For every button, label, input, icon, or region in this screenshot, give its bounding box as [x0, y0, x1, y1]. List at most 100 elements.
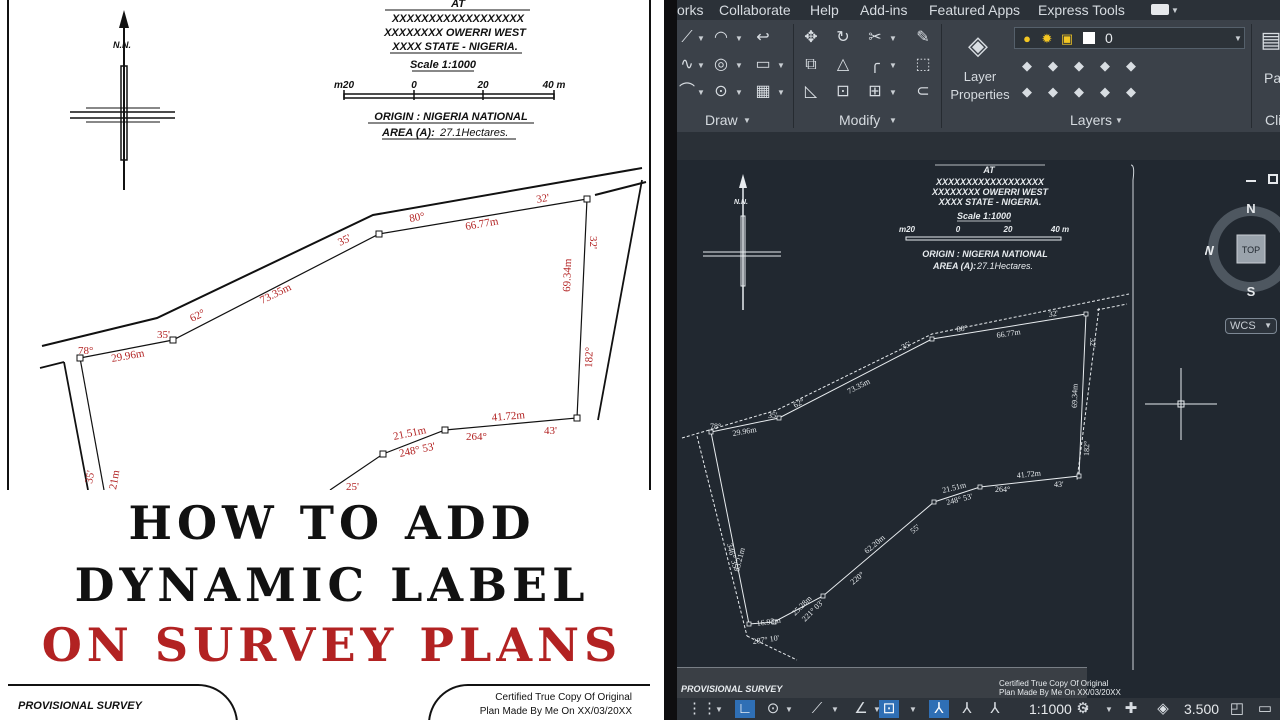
cad-drawing[interactable]: N.N. AT XXXXXXXXXXXXXXXXXX XXXXXXXX OWER…: [677, 160, 1280, 698]
panel-title-modify[interactable]: Modify: [839, 112, 880, 128]
annotation-scale-value[interactable]: 1:1000: [1029, 701, 1072, 717]
menu-add-ins[interactable]: Add-ins: [860, 2, 907, 18]
chevron-down-icon[interactable]: ▼: [889, 62, 897, 70]
distance-label[interactable]: 73.35m: [846, 376, 872, 395]
line-icon[interactable]: ⌒: [677, 82, 697, 102]
fillet-icon[interactable]: ╭: [865, 55, 885, 75]
menu-collaborate[interactable]: Collaborate: [719, 2, 791, 18]
bearing-label[interactable]: 62°: [792, 397, 806, 410]
offset-icon[interactable]: ⊂: [913, 82, 933, 102]
viewcube[interactable]: TOP N S W: [1202, 200, 1280, 300]
auto-scale-icon[interactable]: ⅄: [957, 700, 977, 718]
clean-screen-icon[interactable]: ▭: [1255, 700, 1275, 718]
distance-label[interactable]: 66.77m: [996, 327, 1022, 340]
lineweight-value[interactable]: 3.500: [1184, 701, 1219, 717]
minimize-viewport-icon[interactable]: [1246, 180, 1256, 182]
bearing-label[interactable]: 35': [768, 411, 778, 420]
object-snap-icon[interactable]: ⊡: [879, 700, 899, 718]
layer-tool-icon[interactable]: ◆: [1017, 56, 1037, 76]
chevron-down-icon[interactable]: ▼: [697, 35, 705, 43]
workspace-switch-icon[interactable]: [1151, 4, 1169, 15]
layer-color-swatch[interactable]: [1083, 32, 1095, 44]
lock-icon[interactable]: ▣: [1057, 29, 1077, 49]
stretch-icon[interactable]: ◺: [801, 82, 821, 102]
hatch-icon[interactable]: ▦: [753, 82, 773, 102]
chevron-down-icon[interactable]: ▼: [1105, 706, 1113, 714]
menu-express-tools[interactable]: Express Tools: [1038, 2, 1125, 18]
chevron-down-icon[interactable]: ▼: [909, 706, 917, 714]
chevron-down-icon[interactable]: ▼: [735, 35, 743, 43]
layer-tool-icon[interactable]: ◆: [1121, 56, 1141, 76]
chevron-down-icon[interactable]: ▼: [777, 89, 785, 97]
compass-west[interactable]: W: [1202, 243, 1215, 258]
bearing-label[interactable]: 78°: [710, 422, 721, 431]
distance-label[interactable]: 69.34m: [1070, 383, 1079, 408]
ortho-icon[interactable]: ∟: [735, 700, 755, 718]
array-icon[interactable]: ⊞: [865, 82, 885, 102]
polyline-icon[interactable]: ⟋: [677, 28, 697, 48]
chevron-down-icon[interactable]: ▼: [889, 117, 897, 125]
chevron-down-icon[interactable]: ▼: [735, 62, 743, 70]
move-icon[interactable]: ✥: [801, 28, 821, 48]
object-snap-tracking-icon[interactable]: ∠: [851, 700, 871, 718]
annotation-scale-icon[interactable]: ⅄: [985, 700, 1005, 718]
layer-properties-icon[interactable]: ◈: [961, 28, 995, 62]
lightbulb-icon[interactable]: ●: [1017, 29, 1037, 49]
trim-icon[interactable]: ✂: [865, 28, 885, 48]
chevron-down-icon[interactable]: ▼: [1171, 7, 1179, 15]
chevron-down-icon[interactable]: ▼: [743, 117, 751, 125]
chevron-down-icon[interactable]: ▼: [697, 89, 705, 97]
erase-icon[interactable]: ✎: [913, 28, 933, 48]
grid-icon[interactable]: ⋮⋮: [687, 700, 717, 718]
polar-tracking-icon[interactable]: ⊙: [763, 700, 783, 718]
menu-featured-apps[interactable]: Featured Apps: [929, 2, 1020, 18]
chevron-down-icon[interactable]: ▼: [785, 706, 793, 714]
menu-networks[interactable]: orks: [677, 2, 703, 18]
explode-icon[interactable]: ⬚: [913, 55, 933, 75]
panel-title-draw[interactable]: Draw: [705, 112, 738, 128]
bearing-label[interactable]: 43': [1054, 480, 1064, 489]
bearing-label[interactable]: 287° 10': [752, 633, 780, 646]
distance-label[interactable]: 41.72m: [1016, 468, 1042, 480]
chevron-down-icon[interactable]: ▼: [831, 706, 839, 714]
chevron-down-icon[interactable]: ▼: [715, 706, 723, 714]
compass-south[interactable]: S: [1247, 284, 1256, 299]
chevron-down-icon[interactable]: ▼: [777, 62, 785, 70]
chevron-down-icon[interactable]: ▼: [889, 89, 897, 97]
settings-gear-icon[interactable]: ⚙: [1073, 700, 1093, 718]
panel-title-layers[interactable]: Layers: [1070, 112, 1112, 128]
bearing-label[interactable]: 264°: [995, 485, 1010, 494]
bearing-label[interactable]: 80°: [956, 323, 968, 334]
ellipse-icon[interactable]: ⊙: [711, 82, 731, 102]
layer-tool-icon[interactable]: ◆: [1095, 82, 1115, 102]
distance-label[interactable]: 16.93m: [756, 616, 782, 628]
layer-tool-icon[interactable]: ◆: [1069, 82, 1089, 102]
spline-icon[interactable]: ∿: [677, 55, 697, 75]
layer-dropdown[interactable]: ● ✹ ▣ 0 ▼: [1014, 27, 1245, 49]
bearing-label[interactable]: 55': [909, 522, 922, 535]
menu-help[interactable]: Help: [810, 2, 839, 18]
wcs-menu[interactable]: WCS ▼: [1225, 318, 1277, 334]
layer-tool-icon[interactable]: ◆: [1043, 56, 1063, 76]
layers-stack-icon[interactable]: ◈: [1153, 700, 1173, 718]
chevron-down-icon[interactable]: ▼: [1234, 35, 1242, 43]
paste-icon[interactable]: ▤: [1260, 29, 1280, 60]
layer-tool-icon[interactable]: ◆: [1017, 82, 1037, 102]
sun-icon[interactable]: ✹: [1037, 29, 1057, 49]
bearing-label[interactable]: 32': [1048, 309, 1059, 319]
chevron-down-icon[interactable]: ▼: [1115, 117, 1123, 125]
isolate-objects-icon[interactable]: ◰: [1227, 700, 1247, 718]
layer-tool-icon[interactable]: ◆: [1043, 82, 1063, 102]
bearing-label[interactable]: 248° 53': [945, 492, 974, 507]
plus-icon[interactable]: ✚: [1121, 700, 1141, 718]
panel-title-clipboard[interactable]: Cli: [1265, 112, 1280, 128]
scale-icon[interactable]: ⊡: [833, 82, 853, 102]
isodraft-icon[interactable]: ⟋: [807, 700, 827, 718]
circle-icon[interactable]: ◎: [711, 55, 731, 75]
chevron-down-icon[interactable]: ▼: [735, 89, 743, 97]
layer-properties-button[interactable]: Layer Properties: [945, 68, 1015, 104]
layer-tool-icon[interactable]: ◆: [1095, 56, 1115, 76]
chevron-down-icon[interactable]: ▼: [889, 35, 897, 43]
bearing-label[interactable]: 32': [1088, 338, 1097, 348]
rotate-icon[interactable]: ↻: [833, 28, 853, 48]
